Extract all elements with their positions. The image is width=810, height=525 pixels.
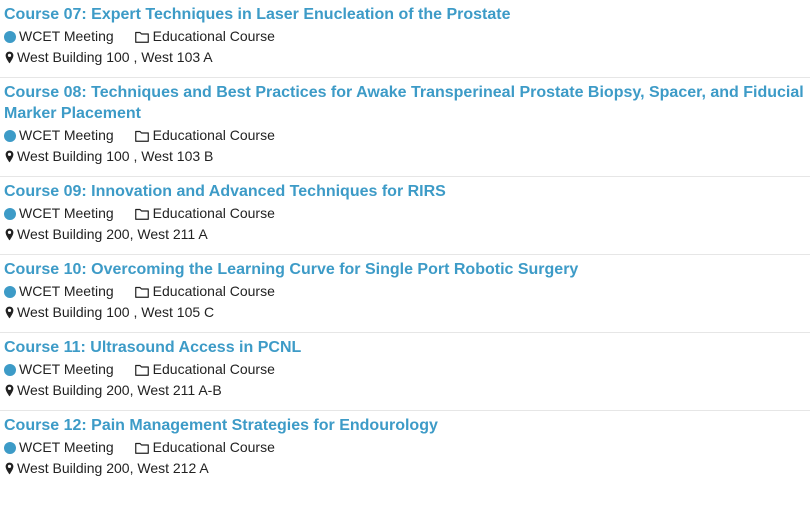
track-label: WCET Meeting	[19, 283, 114, 299]
map-pin-icon	[5, 150, 14, 163]
session-title-link[interactable]: Course 09: Innovation and Advanced Techn…	[4, 181, 810, 202]
folder-icon	[134, 286, 149, 298]
session-meta: WCET Meeting Educational Course	[4, 125, 810, 146]
track-label: WCET Meeting	[19, 127, 114, 143]
session-item: Course 10: Overcoming the Learning Curve…	[0, 255, 810, 333]
location-label: West Building 100 , West 105 C	[17, 304, 215, 320]
session-meta: WCET Meeting Educational Course	[4, 281, 810, 302]
session-type-label: Educational Course	[152, 28, 275, 44]
location-label: West Building 200, West 212 A	[17, 460, 209, 476]
location-label: West Building 200, West 211 A	[17, 226, 208, 242]
session-meta: WCET Meeting Educational Course	[4, 26, 810, 47]
session-location: West Building 100 , West 105 C	[4, 302, 810, 323]
session-meta: WCET Meeting Educational Course	[4, 359, 810, 380]
track-label: WCET Meeting	[19, 28, 114, 44]
location-label: West Building 100 , West 103 A	[17, 49, 213, 65]
session-meta: WCET Meeting Educational Course	[4, 203, 810, 224]
map-pin-icon	[5, 384, 14, 397]
track-dot-icon	[4, 363, 16, 376]
session-type-label: Educational Course	[152, 127, 275, 143]
session-type: Educational Course	[134, 359, 275, 380]
session-list: Course 07: Expert Techniques in Laser En…	[0, 0, 810, 488]
session-type-label: Educational Course	[152, 205, 275, 221]
session-location: West Building 100 , West 103 B	[4, 146, 810, 167]
map-pin-icon	[5, 228, 14, 241]
track-label: WCET Meeting	[19, 205, 114, 221]
track-label: WCET Meeting	[19, 361, 114, 377]
track-tag[interactable]: WCET Meeting	[4, 203, 114, 224]
session-type-label: Educational Course	[152, 361, 275, 377]
track-tag[interactable]: WCET Meeting	[4, 281, 114, 302]
session-title-link[interactable]: Course 12: Pain Management Strategies fo…	[4, 415, 810, 436]
map-pin-icon	[5, 462, 14, 475]
session-type: Educational Course	[134, 203, 275, 224]
session-location: West Building 200, West 211 A-B	[4, 380, 810, 401]
track-dot-icon	[4, 207, 16, 220]
session-type-label: Educational Course	[152, 439, 275, 455]
map-pin-icon	[5, 51, 14, 64]
folder-icon	[134, 364, 149, 376]
track-tag[interactable]: WCET Meeting	[4, 437, 114, 458]
track-tag[interactable]: WCET Meeting	[4, 125, 114, 146]
track-dot-icon	[4, 285, 16, 298]
folder-icon	[134, 130, 149, 142]
location-label: West Building 200, West 211 A-B	[17, 382, 222, 398]
session-type: Educational Course	[134, 26, 275, 47]
session-type: Educational Course	[134, 125, 275, 146]
session-title-link[interactable]: Course 11: Ultrasound Access in PCNL	[4, 337, 810, 358]
session-title-link[interactable]: Course 08: Techniques and Best Practices…	[4, 82, 810, 124]
folder-icon	[134, 31, 149, 43]
track-dot-icon	[4, 441, 16, 454]
track-dot-icon	[4, 129, 16, 142]
session-title-link[interactable]: Course 07: Expert Techniques in Laser En…	[4, 4, 810, 25]
session-title-link[interactable]: Course 10: Overcoming the Learning Curve…	[4, 259, 810, 280]
session-item: Course 09: Innovation and Advanced Techn…	[0, 177, 810, 255]
folder-icon	[134, 442, 149, 454]
session-location: West Building 200, West 211 A	[4, 224, 810, 245]
session-location: West Building 200, West 212 A	[4, 458, 810, 479]
session-item: Course 07: Expert Techniques in Laser En…	[0, 0, 810, 78]
track-label: WCET Meeting	[19, 439, 114, 455]
session-meta: WCET Meeting Educational Course	[4, 437, 810, 458]
session-type-label: Educational Course	[152, 283, 275, 299]
track-dot-icon	[4, 30, 16, 43]
location-label: West Building 100 , West 103 B	[17, 148, 214, 164]
folder-icon	[134, 208, 149, 220]
session-type: Educational Course	[134, 281, 275, 302]
session-item: Course 11: Ultrasound Access in PCNL WCE…	[0, 333, 810, 411]
session-location: West Building 100 , West 103 A	[4, 47, 810, 68]
track-tag[interactable]: WCET Meeting	[4, 26, 114, 47]
session-item: Course 08: Techniques and Best Practices…	[0, 78, 810, 177]
session-item: Course 12: Pain Management Strategies fo…	[0, 411, 810, 488]
track-tag[interactable]: WCET Meeting	[4, 359, 114, 380]
map-pin-icon	[5, 306, 14, 319]
session-type: Educational Course	[134, 437, 275, 458]
